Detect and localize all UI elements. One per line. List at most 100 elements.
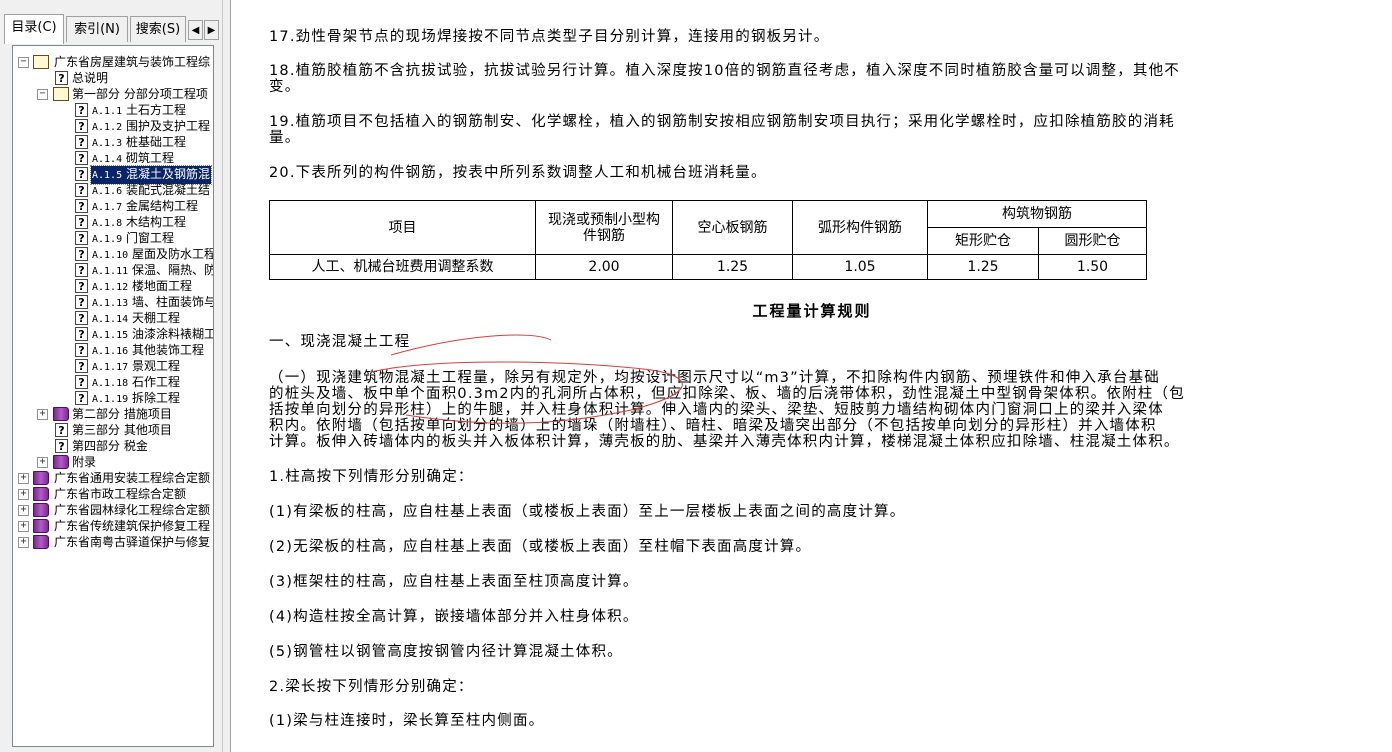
rule-para-line1: （一）现浇建筑物混凝土工程量，除另有规定外，均按设计图示尺寸以“m3”计算，不扣… (269, 370, 1160, 386)
table-header-small-rebar-line2: 件钢筋 (583, 227, 625, 244)
expand-icon[interactable]: + (18, 505, 29, 516)
tree-item-code: A.1.10 (92, 250, 129, 261)
tree-item-code: A.1.2 (92, 122, 123, 133)
table-row-label: 人工、机械台班费用调整系数 (269, 254, 536, 280)
tree-item-code: A.1.11 (92, 266, 129, 277)
clause-19-line2: 量。 (269, 130, 301, 146)
column-height-rule-1: (1)有梁板的柱高，应自柱基上表面（或楼板上表面）至上一层楼板上表面之间的高度计… (269, 504, 906, 520)
tree-item-a-1-5[interactable]: ? A.1.5 混凝土及钢筋混 (13, 165, 213, 185)
tree-node-overview[interactable]: ? 总说明 (13, 70, 213, 86)
tree-item-name: 装配式混凝土结 (125, 183, 210, 197)
clause-18-line2: 变。 (269, 79, 301, 95)
tree-item-a-1-10[interactable]: ? A.1.10 屋面及防水工程 (13, 246, 213, 262)
tree-node-appendix[interactable]: + 附录 (13, 454, 213, 470)
help-page-icon: ? (75, 359, 88, 373)
tree-item-a-1-8[interactable]: ? A.1.8 木结构工程 (13, 214, 213, 230)
tree-item-a-1-1[interactable]: ? A.1.1 土石方工程 (13, 102, 213, 118)
tree-node-label: 总说明 (72, 71, 109, 85)
tab-scroll-right-icon[interactable]: ▶ (204, 20, 219, 40)
tree-item-code: A.1.8 (92, 218, 123, 229)
tab-contents[interactable]: 目录(C) (4, 14, 64, 44)
tree-node-root[interactable]: − 广东省房屋建筑与装饰工程综 (13, 54, 213, 70)
tree-item-a-1-7[interactable]: ? A.1.7 金属结构工程 (13, 198, 213, 214)
tree-item-a-1-16[interactable]: ? A.1.16 其他装饰工程 (13, 342, 213, 358)
tree-item-a-1-13[interactable]: ? A.1.13 墙、柱面装饰与 (13, 294, 213, 310)
tree-item-a-1-19[interactable]: ? A.1.19 拆除工程 (13, 390, 213, 406)
expand-icon[interactable]: + (18, 521, 29, 532)
help-page-icon: ? (75, 375, 88, 389)
tree-node-other-book[interactable]: + 广东省市政工程综合定额 (13, 486, 213, 502)
table-header-small-rebar: 现浇或预制小型构 件钢筋 (535, 200, 673, 255)
tree-item-a-1-17[interactable]: ? A.1.17 景观工程 (13, 358, 213, 374)
open-book-icon (33, 55, 49, 69)
clause-20: 20.下表所列的构件钢筋，按表中所列系数调整人工和机械台班消耗量。 (269, 165, 767, 181)
tree-node-other-book[interactable]: + 广东省通用安装工程综合定额 (13, 470, 213, 486)
help-page-icon: ? (75, 183, 88, 197)
tree-item-code: A.1.6 (92, 186, 123, 197)
tree-item-a-1-18[interactable]: ? A.1.18 石作工程 (13, 374, 213, 390)
tree-item-a-1-9[interactable]: ? A.1.9 门窗工程 (13, 230, 213, 246)
tree-item-a-1-14[interactable]: ? A.1.14 天棚工程 (13, 310, 213, 326)
tree-node-label: 广东省房屋建筑与装饰工程综 (54, 55, 211, 69)
tree-item-a-1-3[interactable]: ? A.1.3 桩基础工程 (13, 134, 213, 150)
tree-item-name: 保温、隔热、防 (131, 263, 214, 277)
help-page-icon: ? (75, 167, 88, 181)
column-height-rule-5: (5)钢管柱以钢管高度按钢管内径计算混凝土体积。 (269, 644, 623, 660)
clause-17: 17.劲性骨架节点的现场焊接按不同节点类型子目分别计算，连接用的钢板另计。 (269, 29, 830, 45)
tree-node-other-book[interactable]: + 广东省南粤古驿道保护与修复 (13, 534, 213, 550)
help-page-icon: ? (75, 327, 88, 341)
tab-scroll-left-icon[interactable]: ◀ (188, 20, 203, 40)
tree-node-part4[interactable]: ? 第四部分 税金 (13, 438, 213, 454)
table-header-small-rebar-line1: 现浇或预制小型构 (548, 211, 660, 228)
help-page-icon: ? (75, 151, 88, 165)
tree-item-code: A.1.17 (92, 362, 129, 373)
contents-tree[interactable]: − 广东省房屋建筑与装饰工程综 ? 总说明 − 第一部分 分部分项工程项 ? A.… (12, 45, 214, 747)
clause-18-line1: 18.植筋胶植筋不含抗拔试验，抗拔试验另行计算。植入深度按10倍的钢筋直径考虑，… (269, 63, 1181, 79)
nav-tabs: 目录(C) 索引(N) 搜索(S) ◀ ▶ (4, 14, 220, 44)
tree-item-code: A.1.5 (92, 170, 123, 181)
tree-node-other-book[interactable]: + 广东省园林绿化工程综合定额 (13, 502, 213, 518)
rule-para-line3: 括按单向划分的异形柱）上的牛腿，并入柱身体积计算。伸入墙内的梁头、梁垫、短肢剪力… (269, 402, 1164, 418)
expand-icon[interactable]: + (18, 537, 29, 548)
tab-index[interactable]: 索引(N) (66, 16, 128, 42)
tree-item-a-1-15[interactable]: ? A.1.15 油漆涂料裱糊工 (13, 326, 213, 342)
table-cell: 1.50 (1038, 254, 1147, 280)
book-icon (33, 471, 49, 485)
rule-para-line5: 计算。板伸入砖墙体内的板头并入板体积计算，薄壳板的肋、基梁并入薄壳体积内计算，楼… (269, 434, 1180, 450)
rule-para-line2: 的桩头及墙、板中单个面积0.3m2内的孔洞所占体积，但应扣除梁、板、墙的后浇带体… (269, 386, 1185, 402)
collapse-icon[interactable]: − (37, 89, 48, 100)
tree-item-a-1-12[interactable]: ? A.1.12 楼地面工程 (13, 278, 213, 294)
tree-item-a-1-2[interactable]: ? A.1.2 围护及支护工程 (13, 118, 213, 134)
book-icon (53, 455, 69, 469)
table-cell: 1.25 (672, 254, 793, 280)
tree-node-part2[interactable]: + 第二部分 措施项目 (13, 406, 213, 422)
tree-node-part1[interactable]: − 第一部分 分部分项工程项 (13, 86, 213, 102)
pane-splitter[interactable] (222, 0, 230, 752)
tree-node-other-book[interactable]: + 广东省传统建筑保护修复工程 (13, 518, 213, 534)
tab-search[interactable]: 搜索(S) (130, 16, 186, 42)
rule-para-line4: 积内。依附墙（包括按单向划分的墙）上的墙垛（附墙柱）、暗柱、暗梁及墙突出部分（不… (269, 418, 1157, 434)
tree-node-part3[interactable]: ? 第三部分 其他项目 (13, 422, 213, 438)
tree-item-code: A.1.19 (92, 394, 129, 405)
tree-node-label: 附录 (72, 455, 97, 469)
tree-item-code: A.1.13 (92, 298, 129, 309)
tree-item-code: A.1.9 (92, 234, 123, 245)
tree-item-a-1-4[interactable]: ? A.1.4 砌筑工程 (13, 150, 213, 166)
book-icon (33, 487, 49, 501)
tree-node-label: 第二部分 措施项目 (72, 407, 172, 421)
help-page-icon: ? (75, 119, 88, 133)
expand-icon[interactable]: + (18, 489, 29, 500)
book-icon (33, 519, 49, 533)
table-cell: 1.05 (792, 254, 928, 280)
expand-icon[interactable]: + (37, 409, 48, 420)
tree-item-a-1-6[interactable]: ? A.1.6 装配式混凝土结 (13, 182, 213, 198)
tree-node-label: 广东省传统建筑保护修复工程 (54, 519, 211, 533)
tree-item-code: A.1.12 (92, 282, 129, 293)
expand-icon[interactable]: + (18, 473, 29, 484)
expand-icon[interactable]: + (37, 457, 48, 468)
tree-item-a-1-11[interactable]: ? A.1.11 保温、隔热、防 (13, 262, 213, 278)
help-page-icon: ? (55, 439, 68, 453)
coefficient-table: 项目 现浇或预制小型构 件钢筋 空心板钢筋 弧形构件钢筋 构筑物钢筋 矩形贮仓 … (269, 200, 1147, 280)
collapse-icon[interactable]: − (18, 57, 29, 68)
table-header-hollow-slab: 空心板钢筋 (672, 200, 793, 255)
